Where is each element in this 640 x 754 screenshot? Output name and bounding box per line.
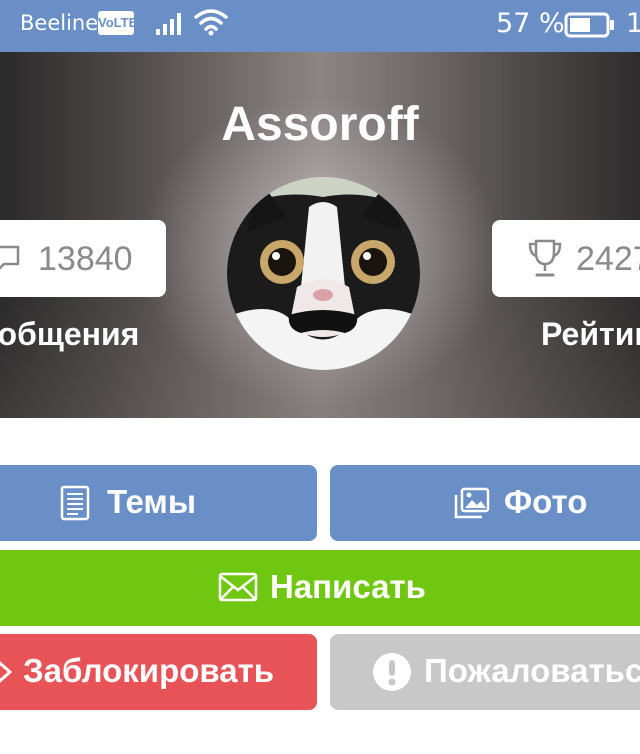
volte-badge: VoLTE <box>98 11 137 35</box>
carrier-name: Beeline <box>20 11 99 35</box>
messages-count: 13840 <box>38 240 133 278</box>
write-button[interactable]: Написать <box>0 550 640 626</box>
signal-icon <box>156 13 181 35</box>
messages-label: ообщения <box>0 316 140 352</box>
battery-icon <box>564 12 614 38</box>
topics-button[interactable]: Темы <box>0 465 317 541</box>
battery-percent: 57 % <box>496 8 565 39</box>
messages-stat[interactable]: 13840 <box>0 220 166 297</box>
photo-gallery-icon <box>454 487 490 519</box>
report-label: Пожаловаться <box>424 652 640 689</box>
comment-icon <box>0 245 20 270</box>
profile-header: Assoroff 13840 ообщения <box>0 52 640 418</box>
cat-avatar-image <box>227 177 420 370</box>
topics-label: Темы <box>107 483 197 520</box>
avatar[interactable] <box>227 177 420 370</box>
status-bar: Beeline VoLTE 57 % 1 <box>0 0 640 52</box>
document-icon <box>60 485 90 521</box>
exclamation-icon <box>373 653 411 691</box>
block-button[interactable]: Заблокировать <box>0 634 317 710</box>
username: Assoroff <box>221 98 419 151</box>
trophy-icon <box>528 239 562 277</box>
clock: 1 <box>626 8 640 39</box>
rating-label: Рейтинг <box>541 316 640 352</box>
block-icon <box>0 661 12 683</box>
rating-value: 2427 <box>576 240 640 278</box>
photos-button[interactable]: Фото <box>330 465 640 541</box>
wifi-icon <box>194 9 228 36</box>
photos-label: Фото <box>504 483 588 520</box>
rating-stat[interactable]: 2427 <box>492 220 640 297</box>
write-label: Написать <box>270 568 426 605</box>
block-label: Заблокировать <box>23 652 275 689</box>
envelope-icon <box>218 572 258 602</box>
report-button[interactable]: Пожаловаться <box>330 634 640 710</box>
